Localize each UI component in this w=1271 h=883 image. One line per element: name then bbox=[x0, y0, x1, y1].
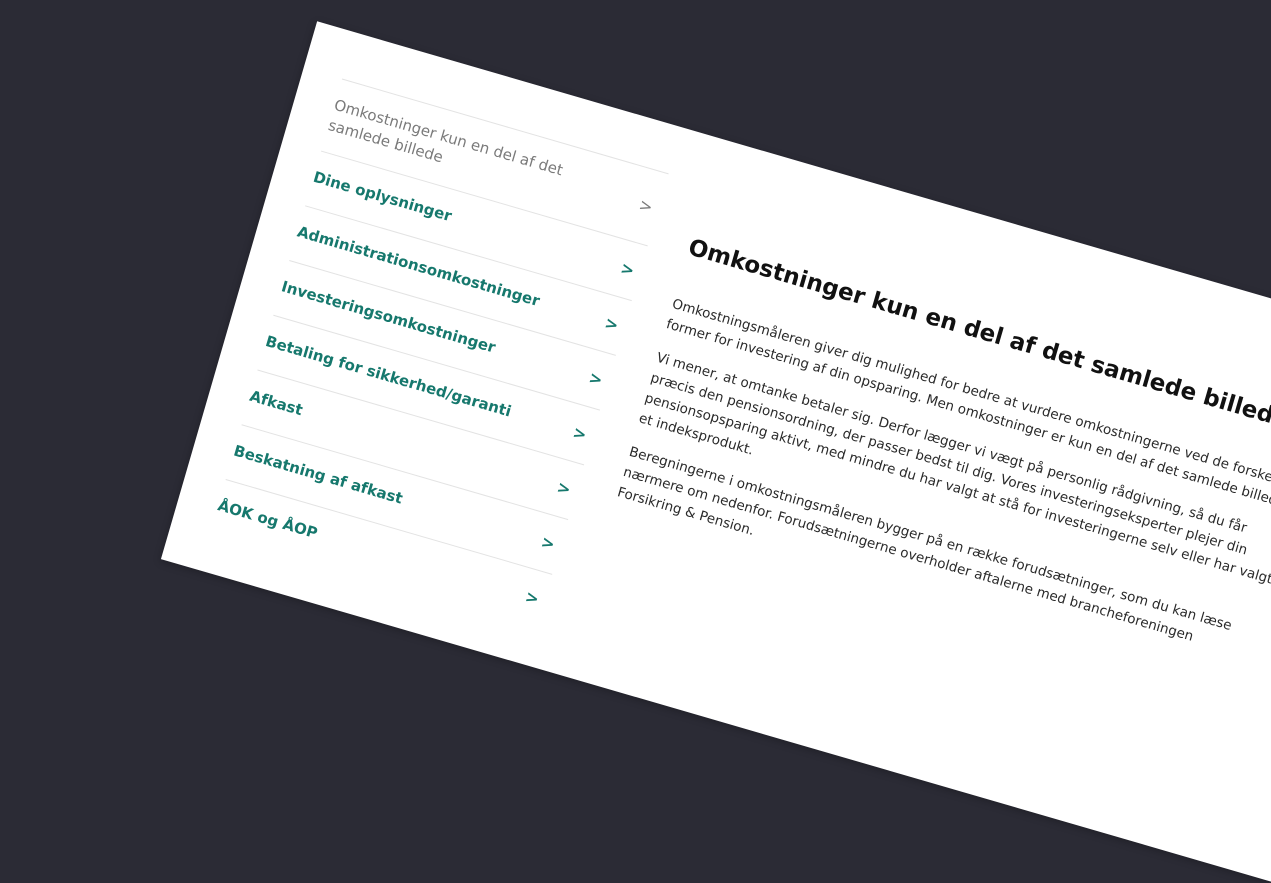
chevron-right-icon: > bbox=[636, 194, 656, 217]
sidebar-item-label: Afkast bbox=[247, 386, 305, 420]
chevron-right-icon: > bbox=[538, 531, 558, 554]
chevron-right-icon: > bbox=[570, 422, 589, 445]
chevron-right-icon: > bbox=[602, 313, 621, 335]
chevron-right-icon: > bbox=[618, 258, 637, 281]
chevron-right-icon: > bbox=[523, 586, 542, 609]
sidebar-nav: Omkostninger kun en del af det samlede b… bbox=[209, 78, 669, 629]
chevron-right-icon: > bbox=[554, 477, 574, 500]
chevron-right-icon: > bbox=[586, 367, 605, 390]
sidebar-item-label: ÅOK og ÅOP bbox=[215, 496, 320, 543]
content-panel: Omkostninger kun en del af det samlede b… bbox=[160, 21, 1271, 883]
main-content: Omkostninger kun en del af det samlede b… bbox=[611, 233, 1271, 700]
